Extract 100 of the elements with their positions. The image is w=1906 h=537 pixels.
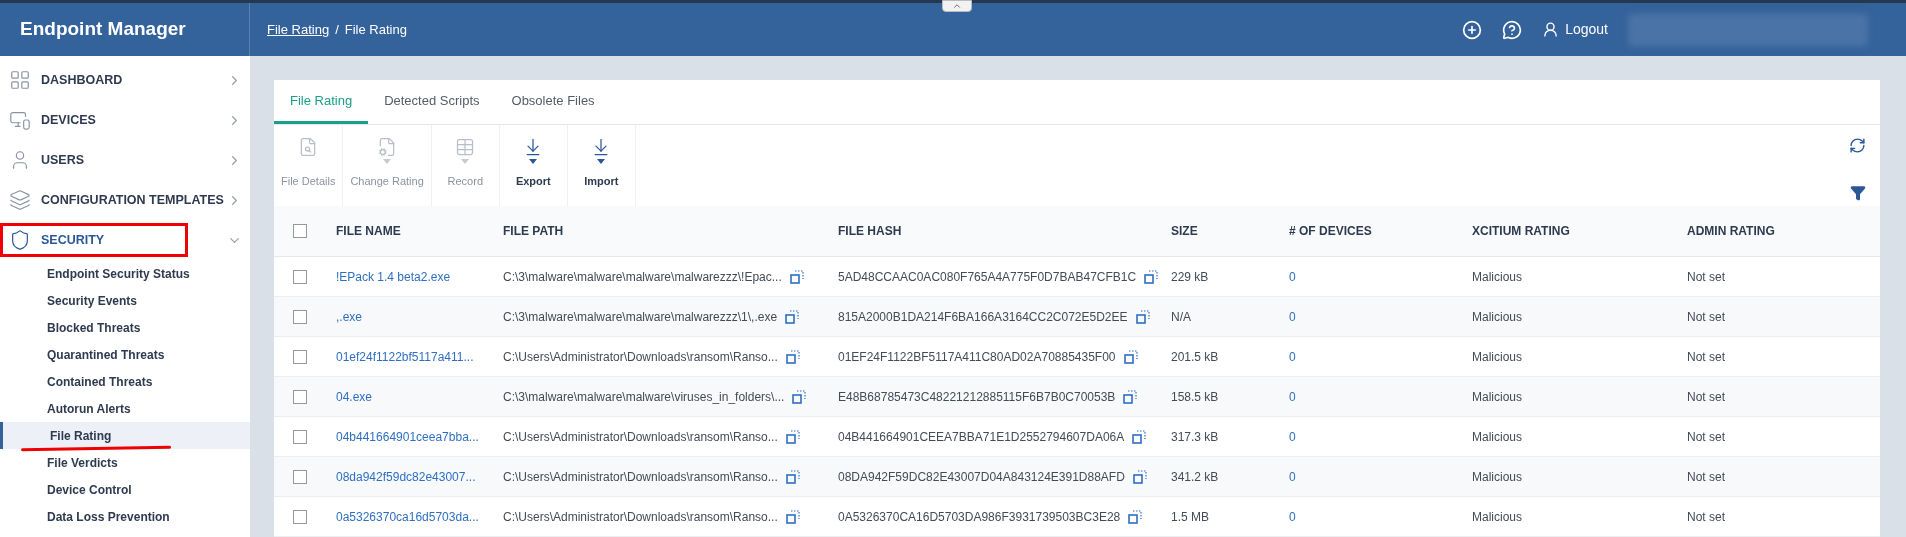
- device-count-link[interactable]: 0: [1289, 387, 1472, 406]
- copy-icon[interactable]: [1144, 269, 1159, 284]
- logout-button[interactable]: Logout: [1542, 19, 1608, 40]
- table-icon: [455, 136, 476, 157]
- sidebar-item[interactable]: DEVICES: [0, 100, 250, 140]
- copy-icon[interactable]: [785, 429, 800, 444]
- toolbar-button[interactable]: Export: [499, 124, 568, 206]
- tab[interactable]: Obsolete Files: [495, 80, 611, 124]
- copy-icon[interactable]: [785, 309, 800, 324]
- table-cell-text: 5AD48CCAAC0AC080F765A4A775F0D7BAB47CFB1C: [838, 268, 1137, 286]
- table-cell-text: C:\3\malware\malware\malware\viruses_in_folders\...: [503, 388, 785, 406]
- row-checkbox[interactable]: [293, 389, 307, 404]
- device-count-link[interactable]: 0: [1289, 267, 1472, 286]
- copy-icon[interactable]: [785, 509, 800, 524]
- breadcrumb-link[interactable]: File Rating: [267, 19, 330, 40]
- sidebar-subitem[interactable]: Endpoint Security Status: [0, 260, 250, 287]
- table-cell-text: Malicious: [1472, 308, 1523, 326]
- copy-icon[interactable]: [1123, 389, 1138, 404]
- filter-icon[interactable]: [1850, 184, 1866, 201]
- copy-icon[interactable]: [785, 349, 800, 364]
- devices-icon: [9, 109, 31, 131]
- user-icon: [1542, 21, 1560, 38]
- table-cell-text: C:\Users\Administrator\Downloads\ransom\Ranso...: [503, 468, 778, 486]
- row-checkbox[interactable]: [293, 469, 307, 484]
- sidebar-subitem[interactable]: File Rating: [0, 422, 250, 449]
- grid-icon: [9, 69, 31, 91]
- table-cell-text: Malicious: [1472, 268, 1523, 286]
- sidebar-subitem[interactable]: Security Events: [0, 287, 250, 314]
- column-header[interactable]: FILE PATH: [503, 221, 838, 240]
- copy-icon[interactable]: [1132, 469, 1147, 484]
- copy-icon[interactable]: [789, 269, 804, 284]
- table-row[interactable]: 04.exe C:\3\malware\malware\malware\viruses_in_folders\... E48B68785473C48221212885115F6B7B0C70053B 158.5 kB 0 Malicious Not set: [274, 377, 1880, 417]
- device-count-link[interactable]: 0: [1289, 427, 1472, 446]
- sidebar-subitem[interactable]: Device Control: [0, 476, 250, 503]
- file-name-link[interactable]: 01ef24f1122bf5117a411...: [336, 347, 503, 366]
- table-cell-text: C:\Users\Administrator\Downloads\ransom\Ranso...: [503, 508, 778, 526]
- copy-icon[interactable]: [792, 389, 807, 404]
- device-count-link[interactable]: 0: [1289, 307, 1472, 326]
- file-name-link[interactable]: 04b441664901ceea7bba...: [336, 427, 503, 446]
- sidebar-item[interactable]: CONFIGURATION TEMPLATES: [0, 180, 250, 220]
- copy-icon[interactable]: [785, 469, 800, 484]
- copy-icon[interactable]: [1135, 309, 1150, 324]
- table-cell-text: Malicious: [1472, 468, 1523, 486]
- file-name-link[interactable]: 0a5326370ca16d5703da...: [336, 507, 503, 526]
- breadcrumb-current: File Rating: [344, 20, 407, 39]
- column-header[interactable]: FILE HASH: [838, 221, 1171, 240]
- column-header[interactable]: # OF DEVICES: [1289, 221, 1472, 240]
- refresh-icon[interactable]: [1849, 136, 1866, 154]
- table-cell-text: 317.3 kB: [1171, 428, 1220, 446]
- table-cell-text: Malicious: [1472, 508, 1523, 526]
- row-checkbox[interactable]: [293, 429, 307, 444]
- sidebar-item[interactable]: USERS: [0, 140, 250, 180]
- file-name-link[interactable]: 04.exe: [336, 387, 503, 406]
- copy-icon[interactable]: [1132, 429, 1147, 444]
- row-checkbox[interactable]: [293, 309, 307, 324]
- table-cell-text: Not set: [1687, 308, 1726, 326]
- help-icon[interactable]: [1502, 19, 1523, 40]
- column-header[interactable]: XCITIUM RATING: [1472, 221, 1687, 240]
- select-all-checkbox[interactable]: [293, 223, 307, 238]
- table-cell-text: C:\3\malware\malware\malware\malwarezzz\!Epac...: [503, 268, 782, 286]
- sidebar-subitem[interactable]: Quarantined Threats: [0, 341, 250, 368]
- sidebar-item[interactable]: DASHBOARD: [0, 60, 250, 100]
- sidebar-subitem[interactable]: Blocked Threats: [0, 314, 250, 341]
- sidebar-subitem[interactable]: File Verdicts: [0, 449, 250, 476]
- sidebar-item[interactable]: SECURITY: [0, 220, 250, 260]
- file-name-link[interactable]: 08da942f59dc82e43007...: [336, 467, 503, 486]
- device-count-link[interactable]: 0: [1289, 507, 1472, 526]
- table-cell-text: 201.5 kB: [1171, 348, 1220, 366]
- table-cell-text: 229 kB: [1171, 268, 1210, 286]
- copy-icon[interactable]: [1128, 509, 1143, 524]
- sidebar-subitem[interactable]: Data Loss Prevention: [0, 503, 250, 530]
- sidebar-subitem[interactable]: Autorun Alerts: [0, 395, 250, 422]
- device-count-link[interactable]: 0: [1289, 347, 1472, 366]
- table-cell-text: Malicious: [1472, 388, 1523, 406]
- column-header[interactable]: ADMIN RATING: [1687, 221, 1880, 240]
- tab[interactable]: Detected Scripts: [368, 80, 496, 124]
- file-name-link[interactable]: !EPack 1.4 beta2.exe: [336, 267, 503, 286]
- sidebar-subitem[interactable]: Contained Threats: [0, 368, 250, 395]
- table-row[interactable]: 08da942f59dc82e43007... C:\Users\Administrator\Downloads\ransom\Ranso... 08DA942F59DC82E43007D04A843124E391D88AFD 341.2 kB 0 Malicious Not set: [274, 457, 1880, 497]
- file-name-link[interactable]: ,.exe: [336, 307, 503, 326]
- shield-icon: [9, 229, 31, 251]
- table-cell-text: Not set: [1687, 268, 1726, 286]
- table-cell-text: 341.2 kB: [1171, 468, 1220, 486]
- chevron-up-icon: [952, 1, 962, 11]
- row-checkbox[interactable]: [293, 269, 307, 284]
- table-cell-text: Not set: [1687, 508, 1726, 526]
- table-cell-text: N/A: [1171, 308, 1192, 326]
- layers-icon: [9, 189, 31, 211]
- table-row[interactable]: ,.exe C:\3\malware\malware\malware\malwarezzz\1\,.exe 815A2000B1DA214F6BA166A3164CC2C072E5D2EE N/A 0 Malicious Not set: [274, 297, 1880, 337]
- column-header[interactable]: SIZE: [1171, 221, 1289, 240]
- table-cell-text: Not set: [1687, 428, 1726, 446]
- column-header[interactable]: FILE NAME: [336, 221, 503, 240]
- device-count-link[interactable]: 0: [1289, 467, 1472, 486]
- row-checkbox[interactable]: [293, 509, 307, 524]
- table-cell-text: 04B441664901CEEA7BBA71E1D2552794607DA06A: [838, 428, 1125, 446]
- toolbar-button[interactable]: Import: [567, 124, 636, 206]
- collapse-header-tab[interactable]: [942, 0, 972, 12]
- copy-icon[interactable]: [1123, 349, 1138, 364]
- table-cell-text: 08DA942F59DC82E43007D04A843124E391D88AFD: [838, 468, 1125, 486]
- row-checkbox[interactable]: [293, 349, 307, 364]
